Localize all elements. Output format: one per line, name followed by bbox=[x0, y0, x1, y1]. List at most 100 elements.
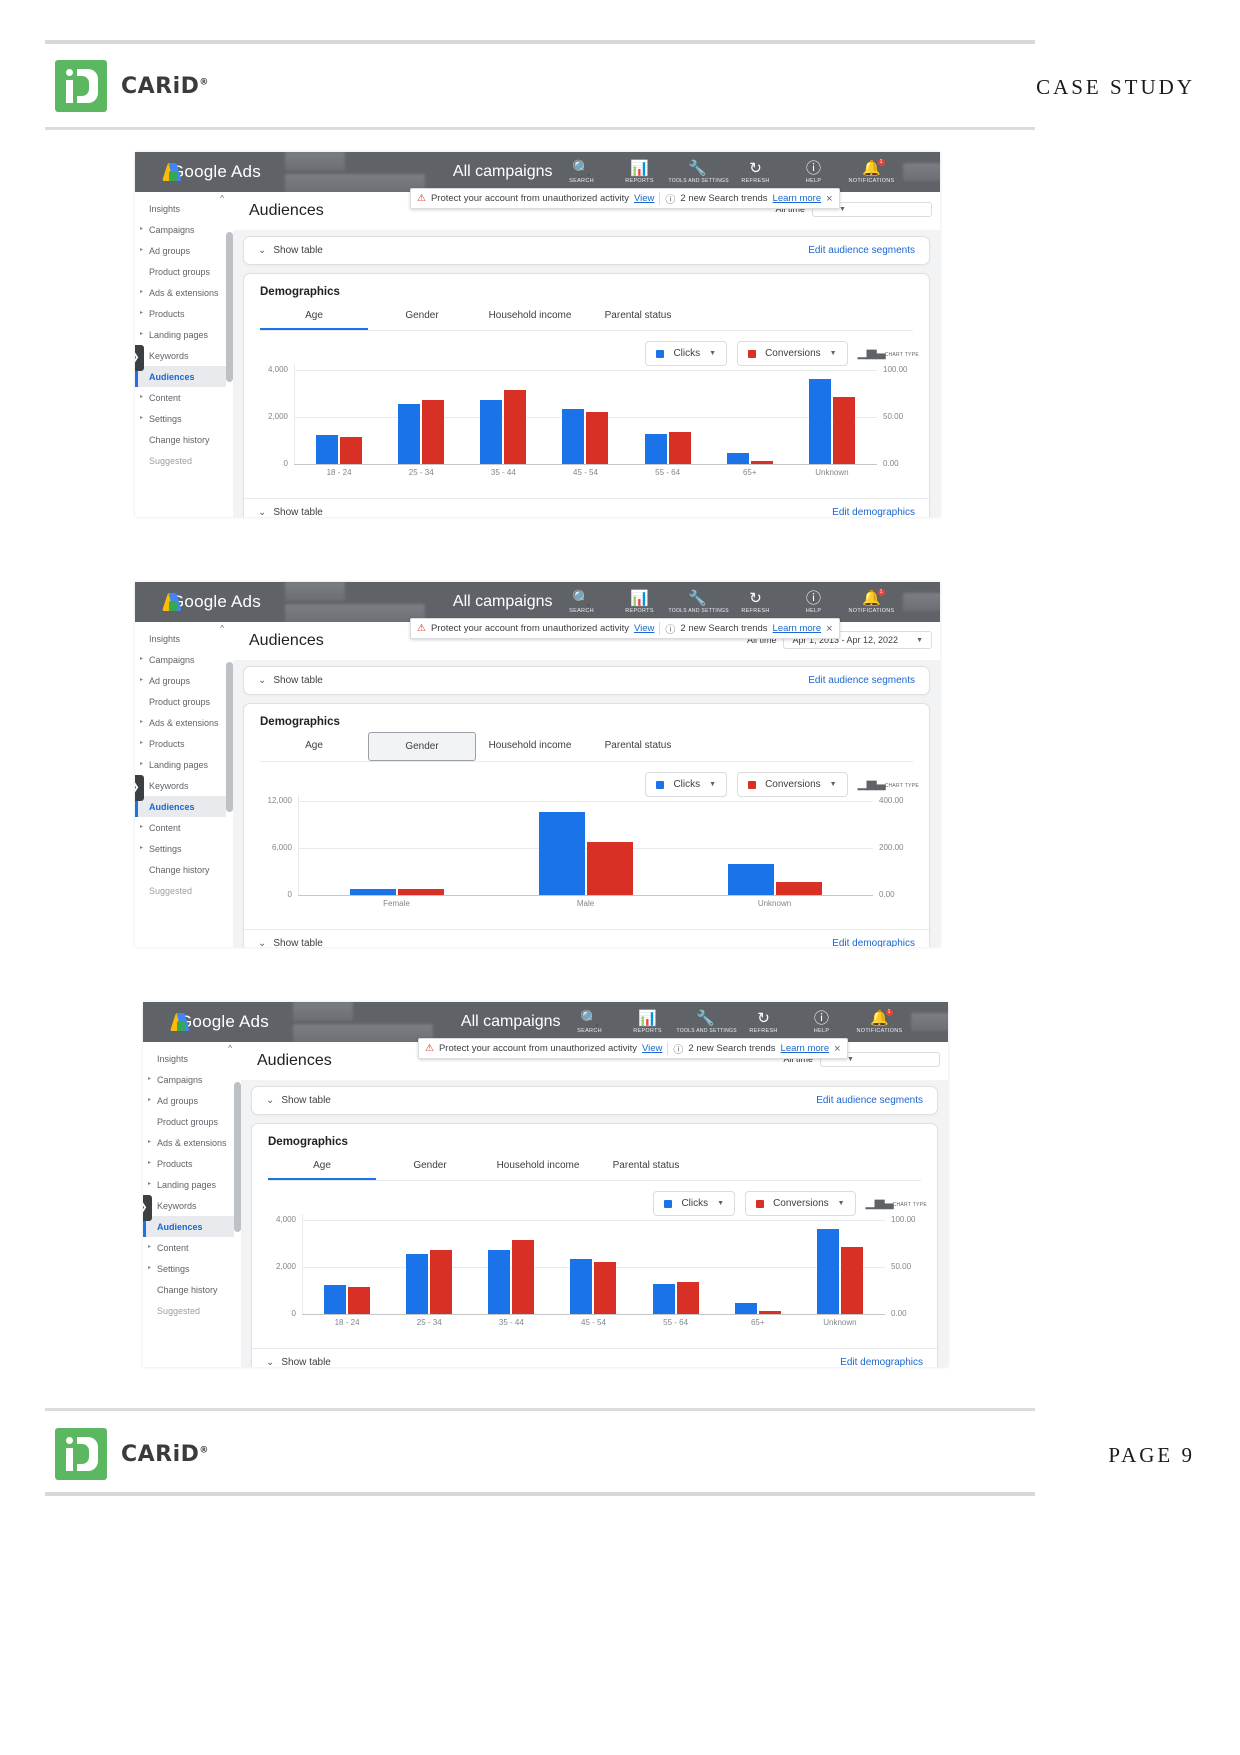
tab-gender[interactable]: Gender bbox=[376, 1152, 484, 1180]
sidebar-item-change-history[interactable]: Change history bbox=[135, 429, 233, 450]
show-table-toggle-demographics[interactable]: ⌄ Show table bbox=[258, 938, 323, 947]
sidebar-item-ads-extensions[interactable]: ▸ Ads & extensions bbox=[143, 1132, 241, 1153]
chart-type-selector[interactable]: ▁▅▃CHART TYPE bbox=[866, 1191, 927, 1211]
tab-parental-status[interactable]: Parental status bbox=[592, 1152, 700, 1180]
sidebar-item-landing-pages[interactable]: ▸ Landing pages bbox=[143, 1174, 241, 1195]
trends-learn-more-link[interactable]: Learn more bbox=[773, 193, 822, 204]
tab-age[interactable]: Age bbox=[268, 1152, 376, 1180]
sidebar-item-content[interactable]: ▸ Content bbox=[143, 1237, 241, 1258]
metric-conversions-selector[interactable]: Conversions ▼ bbox=[745, 1191, 856, 1216]
bar-conversions[interactable] bbox=[512, 1240, 535, 1314]
bar-clicks[interactable] bbox=[734, 1303, 757, 1314]
sidebar-item-settings[interactable]: ▸ Settings bbox=[135, 838, 233, 859]
sidebar-item-content[interactable]: ▸ Content bbox=[135, 817, 233, 838]
sidebar-item-insights[interactable]: Insights bbox=[135, 628, 233, 649]
sidebar-item-campaigns[interactable]: ▸ Campaigns bbox=[135, 649, 233, 670]
bar-conversions[interactable] bbox=[775, 882, 822, 895]
bar-conversions[interactable] bbox=[586, 411, 609, 464]
sidebar-item-product-groups[interactable]: Product groups bbox=[135, 691, 233, 712]
sidebar-item-insights[interactable]: Insights bbox=[143, 1048, 241, 1069]
sidebar-item-insights[interactable]: Insights bbox=[135, 198, 233, 219]
bar-conversions[interactable] bbox=[586, 841, 633, 895]
security-view-link[interactable]: View bbox=[634, 623, 654, 634]
show-table-toggle[interactable]: ⌄ Show table bbox=[266, 1095, 331, 1106]
sidebar-item-keywords[interactable]: ▸Keywords bbox=[135, 345, 233, 366]
tools-and-settings-icon[interactable]: 🔧 TOOLS AND SETTINGS bbox=[677, 1010, 737, 1034]
avatar[interactable] bbox=[910, 1013, 948, 1031]
chart-type-selector[interactable]: ▁▅▃CHART TYPE bbox=[858, 772, 919, 792]
search-icon[interactable]: 🔍 SEARCH bbox=[561, 1010, 619, 1034]
bar-conversions[interactable] bbox=[832, 396, 855, 464]
chart-type-selector[interactable]: ▁▅▃CHART TYPE bbox=[858, 341, 919, 361]
tools-and-settings-icon[interactable]: 🔧 TOOLS AND SETTINGS bbox=[669, 590, 729, 614]
bar-clicks[interactable] bbox=[652, 1284, 675, 1314]
avatar[interactable] bbox=[902, 593, 940, 611]
edit-demographics-link[interactable]: Edit demographics bbox=[832, 938, 915, 947]
sidebar-item-landing-pages[interactable]: ▸ Landing pages bbox=[135, 324, 233, 345]
sidebar-item-ad-groups[interactable]: ▸ Ad groups bbox=[143, 1090, 241, 1111]
tab-age[interactable]: Age bbox=[260, 732, 368, 761]
bar-clicks[interactable] bbox=[644, 434, 667, 464]
bar-conversions[interactable] bbox=[676, 1282, 699, 1314]
sidebar-scrollbar[interactable] bbox=[226, 622, 233, 947]
account-selector[interactable] bbox=[284, 152, 425, 194]
metric-clicks-selector[interactable]: Clicks ▼ bbox=[645, 772, 728, 797]
sidebar-item-ads-extensions[interactable]: ▸ Ads & extensions bbox=[135, 712, 233, 733]
sidebar-item-settings[interactable]: ▸ Settings bbox=[143, 1258, 241, 1279]
sidebar-item-suggested[interactable]: Suggested bbox=[135, 880, 233, 901]
tab-household-income[interactable]: Household income bbox=[476, 732, 584, 761]
bar-clicks[interactable] bbox=[562, 408, 585, 464]
close-icon[interactable]: × bbox=[826, 623, 832, 635]
metric-conversions-selector[interactable]: Conversions ▼ bbox=[737, 341, 848, 366]
bar-conversions[interactable] bbox=[668, 432, 691, 464]
close-icon[interactable]: × bbox=[826, 193, 832, 205]
edit-audience-segments-link[interactable]: Edit audience segments bbox=[816, 1095, 923, 1106]
sidebar-item-content[interactable]: ▸ Content bbox=[135, 387, 233, 408]
bar-clicks[interactable] bbox=[808, 378, 831, 464]
bar-conversions[interactable] bbox=[422, 400, 445, 464]
sidebar-item-audiences[interactable]: Audiences bbox=[135, 796, 233, 817]
metric-clicks-selector[interactable]: Clicks ▼ bbox=[653, 1191, 736, 1216]
bar-clicks[interactable] bbox=[398, 404, 421, 464]
tools-and-settings-icon[interactable]: 🔧 TOOLS AND SETTINGS bbox=[669, 160, 729, 184]
bar-conversions[interactable] bbox=[504, 390, 527, 464]
account-selector[interactable] bbox=[284, 582, 425, 624]
bar-clicks[interactable] bbox=[406, 1254, 429, 1314]
sidebar-scrollbar-thumb[interactable] bbox=[226, 232, 233, 382]
close-icon[interactable]: × bbox=[834, 1043, 840, 1055]
sidebar-item-product-groups[interactable]: Product groups bbox=[135, 261, 233, 282]
help-icon[interactable]: ⓘ HELP bbox=[793, 1010, 851, 1034]
bar-clicks[interactable] bbox=[538, 812, 585, 895]
sidebar-collapse-toggle[interactable]: ❯ bbox=[143, 1194, 152, 1221]
sidebar-item-ads-extensions[interactable]: ▸ Ads & extensions bbox=[135, 282, 233, 303]
trends-learn-more-link[interactable]: Learn more bbox=[781, 1043, 830, 1054]
campaign-selector[interactable]: All campaigns bbox=[461, 1013, 561, 1031]
account-selector[interactable] bbox=[292, 1002, 433, 1044]
refresh-icon[interactable]: ↻ REFRESH bbox=[727, 160, 785, 184]
avatar[interactable] bbox=[902, 163, 940, 181]
sidebar-item-suggested[interactable]: Suggested bbox=[135, 450, 233, 471]
reports-icon[interactable]: 📊 REPORTS bbox=[619, 1010, 677, 1034]
metric-clicks-selector[interactable]: Clicks ▼ bbox=[645, 341, 728, 366]
tab-household-income[interactable]: Household income bbox=[476, 302, 584, 330]
bar-clicks[interactable] bbox=[316, 434, 339, 464]
refresh-icon[interactable]: ↻ REFRESH bbox=[727, 590, 785, 614]
campaign-selector[interactable]: All campaigns bbox=[453, 163, 553, 181]
show-table-toggle-demographics[interactable]: ⌄ Show table bbox=[266, 1357, 331, 1367]
sidebar-item-products[interactable]: ▸ Products bbox=[135, 733, 233, 754]
show-table-toggle[interactable]: ⌄ Show table bbox=[258, 675, 323, 686]
edit-audience-segments-link[interactable]: Edit audience segments bbox=[808, 675, 915, 686]
bar-clicks[interactable] bbox=[480, 399, 503, 464]
tab-parental-status[interactable]: Parental status bbox=[584, 732, 692, 761]
sidebar-item-products[interactable]: ▸ Products bbox=[135, 303, 233, 324]
reports-icon[interactable]: 📊 REPORTS bbox=[611, 590, 669, 614]
reports-icon[interactable]: 📊 REPORTS bbox=[611, 160, 669, 184]
sidebar-scrollbar[interactable] bbox=[234, 1042, 241, 1367]
search-icon[interactable]: 🔍 SEARCH bbox=[553, 590, 611, 614]
refresh-icon[interactable]: ↻ REFRESH bbox=[735, 1010, 793, 1034]
bar-conversions[interactable] bbox=[840, 1246, 863, 1314]
bar-clicks[interactable] bbox=[726, 453, 749, 464]
bar-conversions[interactable] bbox=[348, 1286, 371, 1314]
notifications-icon[interactable]: 1 🔔 NOTIFICATIONS bbox=[843, 588, 901, 614]
notifications-icon[interactable]: 1 🔔 NOTIFICATIONS bbox=[851, 1008, 909, 1034]
